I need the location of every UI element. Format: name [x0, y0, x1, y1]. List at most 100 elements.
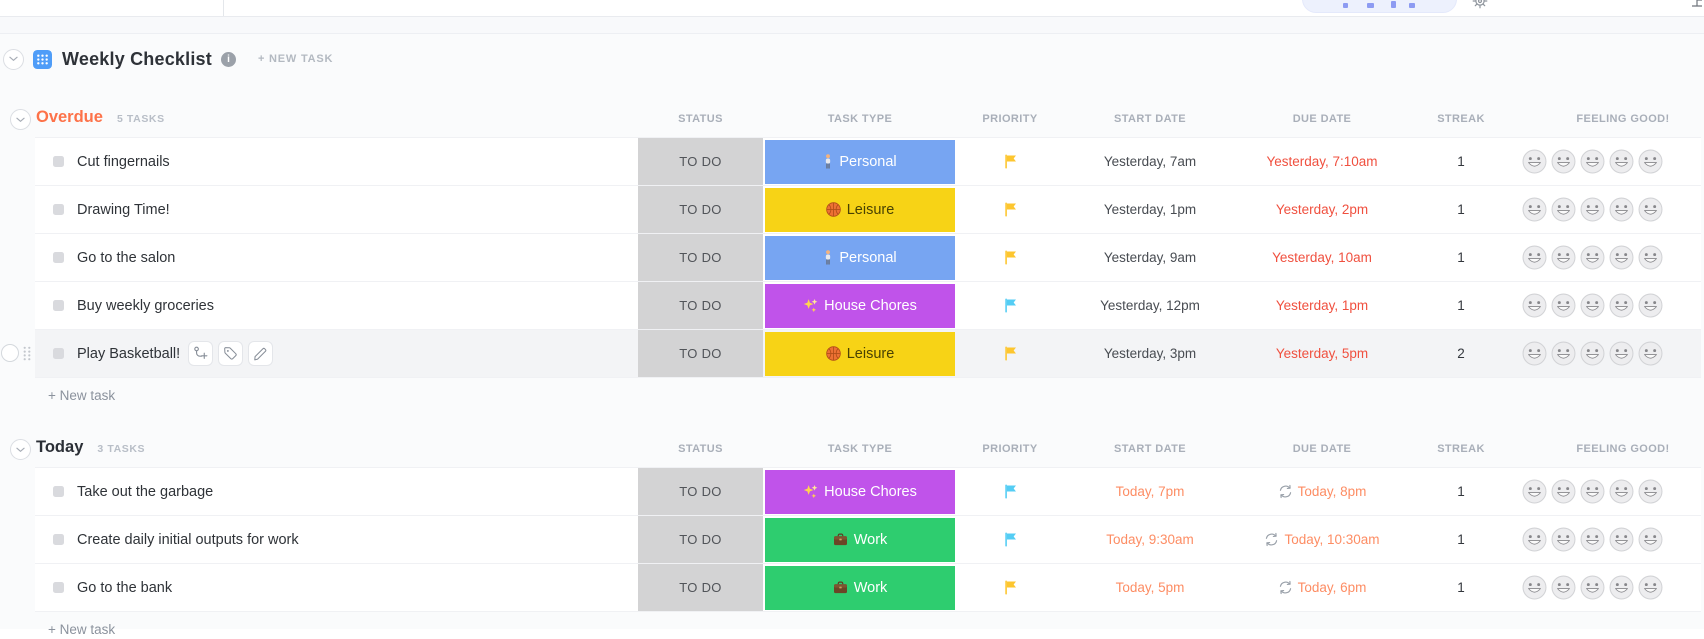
smiley-face-icon[interactable]	[1638, 479, 1663, 504]
column-header-feeling-good[interactable]: FEELING GOOD!	[1548, 100, 1698, 137]
smiley-face-icon[interactable]	[1522, 341, 1547, 366]
smiley-face-icon[interactable]	[1551, 341, 1576, 366]
column-header-due-date[interactable]: DUE DATE	[1242, 430, 1402, 467]
task-row[interactable]: Create daily initial outputs for work TO…	[35, 516, 1701, 564]
priority-cell[interactable]	[930, 468, 1090, 515]
streak-cell[interactable]: 1	[1401, 516, 1521, 563]
priority-cell[interactable]	[930, 234, 1090, 281]
new-task-link[interactable]: + New task	[48, 388, 115, 403]
start-date-cell[interactable]: Yesterday, 3pm	[1070, 330, 1230, 377]
priority-flag-icon[interactable]	[1004, 532, 1017, 547]
due-date-cell[interactable]: Yesterday, 5pm	[1242, 330, 1402, 377]
streak-cell[interactable]: 1	[1401, 186, 1521, 233]
chevron-down-icon[interactable]	[10, 439, 31, 460]
new-task-button[interactable]: + NEW TASK	[258, 53, 333, 65]
column-header-streak[interactable]: STREAK	[1401, 100, 1521, 137]
task-name[interactable]: Go to the bank	[77, 580, 172, 596]
gear-icon[interactable]	[1472, 0, 1488, 9]
smiley-face-icon[interactable]	[1522, 527, 1547, 552]
add-subtask-icon[interactable]	[188, 341, 213, 366]
priority-cell[interactable]	[930, 186, 1090, 233]
priority-cell[interactable]	[930, 282, 1090, 329]
smiley-face-icon[interactable]	[1522, 245, 1547, 270]
status-cell[interactable]: TO DO	[638, 330, 763, 377]
start-date-cell[interactable]: Yesterday, 9am	[1070, 234, 1230, 281]
priority-cell[interactable]	[930, 138, 1090, 185]
smiley-face-icon[interactable]	[1638, 527, 1663, 552]
smiley-face-icon[interactable]	[1638, 293, 1663, 318]
column-header-status[interactable]: STATUS	[638, 100, 763, 137]
task-row[interactable]: Play Basketball! TO DO	[35, 330, 1701, 378]
task-name[interactable]: Take out the garbage	[77, 484, 213, 500]
task-status-square-icon[interactable]	[53, 486, 64, 497]
feeling-rating[interactable]	[1522, 330, 1682, 377]
status-cell[interactable]: TO DO	[638, 564, 763, 611]
smiley-face-icon[interactable]	[1551, 575, 1576, 600]
smiley-face-icon[interactable]	[1609, 479, 1634, 504]
streak-cell[interactable]: 1	[1401, 564, 1521, 611]
task-name[interactable]: Buy weekly groceries	[77, 298, 214, 314]
smiley-face-icon[interactable]	[1580, 149, 1605, 174]
task-row[interactable]: Take out the garbage TO DO	[35, 468, 1701, 516]
start-date-cell[interactable]: Yesterday, 12pm	[1070, 282, 1230, 329]
due-date-cell[interactable]: Yesterday, 7:10am	[1242, 138, 1402, 185]
info-icon[interactable]: i	[221, 52, 236, 67]
start-date-cell[interactable]: Today, 9:30am	[1070, 516, 1230, 563]
smiley-face-icon[interactable]	[1638, 575, 1663, 600]
smiley-face-icon[interactable]	[1580, 341, 1605, 366]
smiley-face-icon[interactable]	[1551, 479, 1576, 504]
task-status-square-icon[interactable]	[53, 156, 64, 167]
due-date-cell[interactable]: Today, 10:30am	[1242, 516, 1402, 563]
priority-flag-icon[interactable]	[1004, 202, 1017, 217]
priority-cell[interactable]	[930, 564, 1090, 611]
smiley-face-icon[interactable]	[1522, 479, 1547, 504]
smiley-face-icon[interactable]	[1609, 527, 1634, 552]
smiley-face-icon[interactable]	[1609, 245, 1634, 270]
task-type-badge[interactable]: House Chores	[765, 470, 955, 514]
task-row[interactable]: Cut fingernails TO DO	[35, 138, 1701, 186]
smiley-face-icon[interactable]	[1580, 479, 1605, 504]
column-header-feeling-good[interactable]: FEELING GOOD!	[1548, 430, 1698, 467]
status-cell[interactable]: TO DO	[638, 468, 763, 515]
smiley-face-icon[interactable]	[1551, 197, 1576, 222]
priority-flag-icon[interactable]	[1004, 484, 1017, 499]
priority-flag-icon[interactable]	[1004, 580, 1017, 595]
streak-cell[interactable]: 1	[1401, 234, 1521, 281]
smiley-face-icon[interactable]	[1638, 149, 1663, 174]
smiley-face-icon[interactable]	[1609, 575, 1634, 600]
smiley-face-icon[interactable]	[1551, 527, 1576, 552]
status-cell[interactable]: TO DO	[638, 516, 763, 563]
due-date-cell[interactable]: Yesterday, 2pm	[1242, 186, 1402, 233]
column-header-task-type[interactable]: TASK TYPE	[765, 100, 955, 137]
priority-cell[interactable]	[930, 516, 1090, 563]
smiley-face-icon[interactable]	[1609, 149, 1634, 174]
smiley-face-icon[interactable]	[1522, 149, 1547, 174]
task-name[interactable]: Create daily initial outputs for work	[77, 532, 299, 548]
column-header-start-date[interactable]: START DATE	[1070, 100, 1230, 137]
column-header-start-date[interactable]: START DATE	[1070, 430, 1230, 467]
streak-cell[interactable]: 1	[1401, 468, 1521, 515]
task-type-badge[interactable]: House Chores	[765, 284, 955, 328]
status-cell[interactable]: TO DO	[638, 234, 763, 281]
feeling-rating[interactable]	[1522, 234, 1682, 281]
start-date-cell[interactable]: Today, 5pm	[1070, 564, 1230, 611]
smiley-face-icon[interactable]	[1638, 245, 1663, 270]
task-status-square-icon[interactable]	[53, 300, 64, 311]
chevron-down-icon[interactable]	[10, 109, 31, 130]
streak-cell[interactable]: 1	[1401, 138, 1521, 185]
panel-toggle-icon[interactable]	[1691, 0, 1703, 7]
task-type-badge[interactable]: Personal	[765, 140, 955, 184]
select-task-checkbox[interactable]	[1, 344, 19, 362]
column-header-priority[interactable]: PRIORITY	[930, 100, 1090, 137]
smiley-face-icon[interactable]	[1580, 293, 1605, 318]
priority-flag-icon[interactable]	[1004, 346, 1017, 361]
smiley-face-icon[interactable]	[1580, 527, 1605, 552]
task-type-badge[interactable]: Leisure	[765, 332, 955, 376]
drag-handle-icon[interactable]	[22, 346, 32, 361]
column-header-streak[interactable]: STREAK	[1401, 430, 1521, 467]
task-status-square-icon[interactable]	[53, 348, 64, 359]
priority-flag-icon[interactable]	[1004, 250, 1017, 265]
task-row[interactable]: Buy weekly groceries TO DO	[35, 282, 1701, 330]
task-type-badge[interactable]: Leisure	[765, 188, 955, 232]
start-date-cell[interactable]: Today, 7pm	[1070, 468, 1230, 515]
